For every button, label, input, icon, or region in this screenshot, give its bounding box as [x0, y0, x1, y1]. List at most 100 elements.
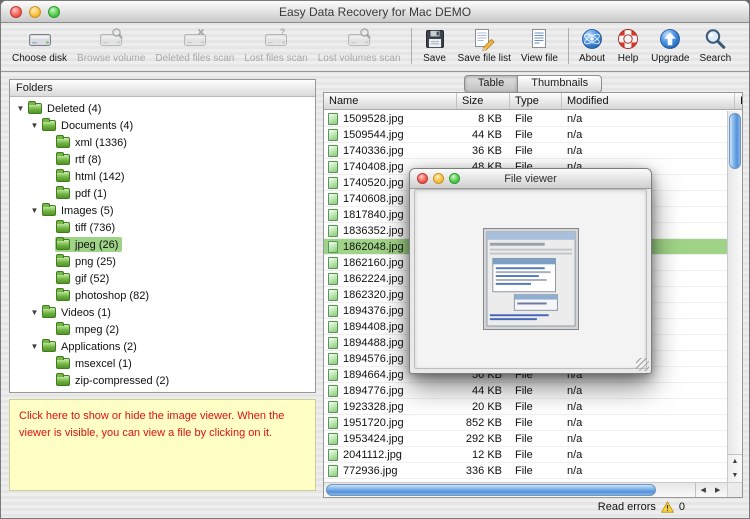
warning-icon — [660, 501, 674, 513]
file-row-772936-jpg[interactable]: 772936.jpg 336 KB File n/a — [324, 463, 727, 479]
scroll-down-arrow-icon[interactable]: ▼ — [732, 472, 739, 479]
resize-grip-icon[interactable] — [636, 358, 649, 371]
tree-item-mpeg-2[interactable]: mpeg (2) — [10, 321, 315, 338]
file-icon — [328, 304, 338, 317]
view-tabs: Table Thumbnails — [323, 75, 743, 93]
toolbar-button-about[interactable]: About — [574, 25, 610, 71]
tree-item-zip-compressed-2[interactable]: zip-compressed (2) — [10, 372, 315, 389]
zoom-button[interactable] — [48, 5, 60, 18]
tree-item-gif-52[interactable]: gif (52) — [10, 270, 315, 287]
upgrade-icon — [657, 26, 683, 52]
file-size: 292 KB — [465, 432, 502, 445]
tree-item-images-5[interactable]: ▼ Images (5) — [10, 202, 315, 219]
disclosure-triangle-icon[interactable]: ▼ — [14, 100, 27, 117]
viewer-zoom-button[interactable] — [449, 173, 460, 184]
svg-text:?: ? — [280, 27, 286, 37]
disclosure-triangle-icon[interactable]: ▼ — [28, 202, 41, 219]
tree-item-xml-1336[interactable]: xml (1336) — [10, 134, 315, 151]
file-icon — [328, 416, 338, 429]
file-name: 1894376.jpg — [343, 304, 404, 317]
tab-table[interactable]: Table — [463, 75, 519, 93]
tree-item-pdf-1[interactable]: pdf (1) — [10, 185, 315, 202]
file-type: File — [515, 384, 533, 397]
toolbar-button-save-file-list[interactable]: Save file list — [453, 25, 516, 71]
file-row-1923328-jpg[interactable]: 1923328.jpg 20 KB File n/a — [324, 399, 727, 415]
file-preview-image[interactable] — [482, 228, 579, 330]
toolbar-button-save[interactable]: Save — [417, 25, 453, 71]
scroll-right-arrow-icon[interactable]: ▶ — [715, 487, 720, 494]
window-titlebar[interactable]: Easy Data Recovery for Mac DEMO — [1, 1, 749, 23]
file-icon — [328, 160, 338, 173]
horizontal-scroll-thumb[interactable] — [326, 484, 656, 496]
disclosure-triangle-icon[interactable]: ▼ — [28, 304, 41, 321]
toolbar-button-search[interactable]: Search — [694, 25, 736, 71]
toolbar-button-view-file[interactable]: View file — [516, 25, 563, 71]
viewer-close-button[interactable] — [417, 173, 428, 184]
toolbar-button-choose-disk[interactable]: Choose disk — [7, 25, 72, 71]
table-header: NameSizeTypeModifiedID — [324, 93, 742, 110]
file-row-1953424-jpg[interactable]: 1953424.jpg 292 KB File n/a — [324, 431, 727, 447]
tree-item-jpeg-26[interactable]: jpeg (26) — [10, 236, 315, 253]
folder-icon — [56, 220, 70, 233]
file-row-1509544-jpg[interactable]: 1509544.jpg 44 KB File n/a — [324, 127, 727, 143]
minimize-button[interactable] — [29, 5, 41, 18]
disclosure-triangle-icon[interactable]: ▼ — [28, 117, 41, 134]
horizontal-scrollbar[interactable]: ◀ ▶ — [324, 482, 727, 497]
file-icon — [328, 256, 338, 269]
tree-item-msexcel-1[interactable]: msexcel (1) — [10, 355, 315, 372]
file-modified: n/a — [567, 416, 583, 429]
image-viewer-note[interactable]: Click here to show or hide the image vie… — [9, 399, 316, 491]
tree-item-videos-1[interactable]: ▼ Videos (1) — [10, 304, 315, 321]
tree-item-applications-2[interactable]: ▼ Applications (2) — [10, 338, 315, 355]
deleted-files-scan-icon — [182, 26, 208, 52]
close-button[interactable] — [10, 5, 22, 18]
traffic-lights — [10, 5, 60, 18]
tree-item-tiff-736[interactable]: tiff (736) — [10, 219, 315, 236]
file-name: 1740520.jpg — [343, 176, 404, 189]
column-header-size[interactable]: Size — [457, 93, 510, 109]
file-row-1740336-jpg[interactable]: 1740336.jpg 36 KB File n/a — [324, 143, 727, 159]
column-header-name[interactable]: Name — [324, 93, 457, 109]
vertical-scrollbar[interactable]: ▲ ▼ — [727, 111, 742, 482]
file-size: 336 KB — [465, 464, 502, 477]
about-icon — [579, 26, 605, 52]
column-header-type[interactable]: Type — [510, 93, 562, 109]
tree-item-deleted-4[interactable]: ▼ Deleted (4) — [10, 100, 315, 117]
file-size: 44 KB — [472, 128, 502, 141]
tree-item-png-25[interactable]: png (25) — [10, 253, 315, 270]
file-modified: n/a — [567, 464, 583, 477]
file-icon — [328, 272, 338, 285]
file-size: 8 KB — [478, 112, 502, 125]
column-header-modified[interactable]: Modified — [562, 93, 735, 109]
toolbar-button-help[interactable]: Help — [610, 25, 646, 71]
file-name: 1740608.jpg — [343, 192, 404, 205]
column-header-id[interactable]: ID — [735, 93, 742, 109]
file-row-1951720-jpg[interactable]: 1951720.jpg 852 KB File n/a — [324, 415, 727, 431]
file-name: 1509528.jpg — [343, 112, 404, 125]
toolbar-separator — [410, 28, 412, 64]
scroll-up-arrow-icon[interactable]: ▲ — [732, 458, 739, 465]
read-errors-label: Read errors — [597, 501, 656, 513]
tree-item-html-142[interactable]: html (142) — [10, 168, 315, 185]
file-row-2041112-jpg[interactable]: 2041112.jpg 12 KB File n/a — [324, 447, 727, 463]
vertical-scroll-arrows: ▲ ▼ — [728, 454, 742, 482]
folder-icon — [56, 152, 70, 165]
folder-icon — [56, 288, 70, 301]
toolbar-button-upgrade[interactable]: Upgrade — [646, 25, 694, 71]
disclosure-triangle-icon[interactable]: ▼ — [28, 338, 41, 355]
vertical-scroll-thumb[interactable] — [729, 113, 741, 169]
file-icon — [328, 240, 338, 253]
file-size: 36 KB — [472, 144, 502, 157]
tree-item-photoshop-82[interactable]: photoshop (82) — [10, 287, 315, 304]
scroll-left-arrow-icon[interactable]: ◀ — [701, 487, 706, 494]
tab-thumbnails[interactable]: Thumbnails — [518, 75, 603, 93]
file-row-1894776-jpg[interactable]: 1894776.jpg 44 KB File n/a — [324, 383, 727, 399]
file-viewer-titlebar[interactable]: File viewer — [410, 169, 651, 189]
app-window: Easy Data Recovery for Mac DEMO Choose d… — [0, 0, 750, 519]
viewer-minimize-button[interactable] — [433, 173, 444, 184]
tree-item-documents-4[interactable]: ▼ Documents (4) — [10, 117, 315, 134]
file-row-1509528-jpg[interactable]: 1509528.jpg 8 KB File n/a — [324, 111, 727, 127]
folder-icon — [56, 237, 70, 250]
file-name: 1953424.jpg — [343, 432, 404, 445]
tree-item-rtf-8[interactable]: rtf (8) — [10, 151, 315, 168]
